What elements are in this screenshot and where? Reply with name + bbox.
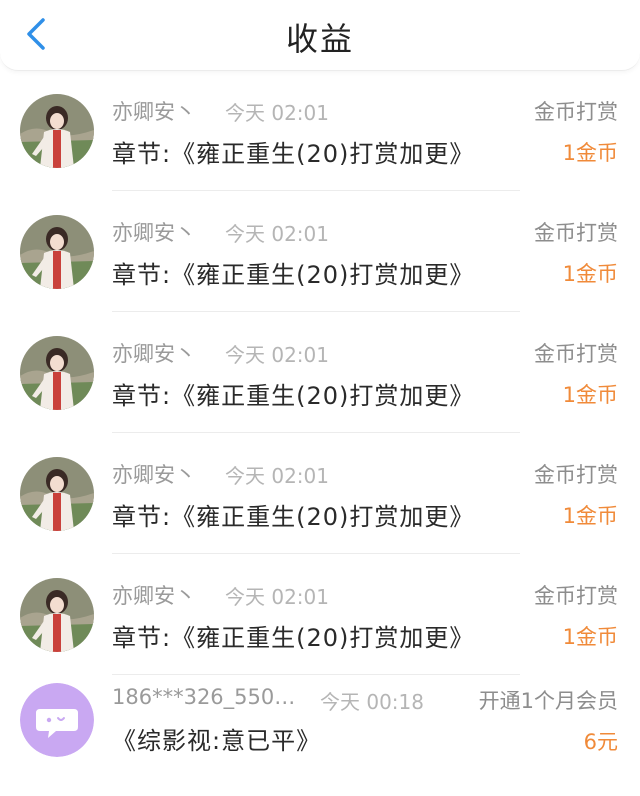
earnings-list: 亦卿安丶 今天 02:01 金币打赏 章节:《雍正重生(20)打赏加更》 1金币… bbox=[0, 70, 640, 796]
timestamp: 今天 02:01 bbox=[225, 101, 329, 125]
amount: 1金币 bbox=[562, 141, 618, 165]
amount: 1金币 bbox=[562, 625, 618, 649]
avatar[interactable] bbox=[20, 457, 94, 531]
user-name: 亦卿安丶 bbox=[112, 342, 196, 366]
income-type: 金币打赏 bbox=[534, 221, 618, 245]
timestamp: 今天 02:01 bbox=[225, 585, 329, 609]
item-content: 章节:《雍正重生(20)打赏加更》 bbox=[112, 382, 475, 410]
income-type: 金币打赏 bbox=[534, 584, 618, 608]
list-item[interactable]: 186***326_550… 今天 00:18 开通1个月会员 《综影视:意已平… bbox=[0, 675, 640, 796]
page-title: 收益 bbox=[285, 20, 354, 58]
timestamp: 今天 02:01 bbox=[225, 464, 329, 488]
avatar[interactable] bbox=[20, 215, 94, 289]
avatar[interactable] bbox=[20, 94, 94, 168]
income-type: 金币打赏 bbox=[534, 463, 618, 487]
user-name: 186***326_550… bbox=[112, 685, 296, 709]
amount: 6元 bbox=[583, 730, 618, 754]
amount: 1金币 bbox=[562, 383, 618, 407]
list-item[interactable]: 亦卿安丶 今天 02:01 金币打赏 章节:《雍正重生(20)打赏加更》 1金币 bbox=[0, 312, 640, 433]
item-content: 章节:《雍正重生(20)打赏加更》 bbox=[112, 140, 475, 168]
list-item[interactable]: 亦卿安丶 今天 02:01 金币打赏 章节:《雍正重生(20)打赏加更》 1金币 bbox=[0, 70, 640, 191]
avatar[interactable] bbox=[20, 683, 94, 757]
list-item[interactable]: 亦卿安丶 今天 02:01 金币打赏 章节:《雍正重生(20)打赏加更》 1金币 bbox=[0, 191, 640, 312]
item-content: 章节:《雍正重生(20)打赏加更》 bbox=[112, 261, 475, 289]
timestamp: 今天 02:01 bbox=[225, 343, 329, 367]
list-item[interactable]: 亦卿安丶 今天 02:01 金币打赏 章节:《雍正重生(20)打赏加更》 1金币 bbox=[0, 433, 640, 554]
amount: 1金币 bbox=[562, 504, 618, 528]
list-item[interactable]: 亦卿安丶 今天 02:01 金币打赏 章节:《雍正重生(20)打赏加更》 1金币 bbox=[0, 554, 640, 675]
app-header: 收益 bbox=[0, 0, 640, 71]
item-content: 《综影视:意已平》 bbox=[112, 727, 322, 755]
avatar[interactable] bbox=[20, 578, 94, 652]
timestamp: 今天 00:18 bbox=[320, 690, 424, 714]
user-name: 亦卿安丶 bbox=[112, 100, 196, 124]
timestamp: 今天 02:01 bbox=[225, 222, 329, 246]
income-type: 开通1个月会员 bbox=[478, 689, 618, 713]
income-type: 金币打赏 bbox=[534, 100, 618, 124]
user-name: 亦卿安丶 bbox=[112, 221, 196, 245]
amount: 1金币 bbox=[562, 262, 618, 286]
avatar[interactable] bbox=[20, 336, 94, 410]
user-name: 亦卿安丶 bbox=[112, 584, 196, 608]
income-type: 金币打赏 bbox=[534, 342, 618, 366]
item-content: 章节:《雍正重生(20)打赏加更》 bbox=[112, 503, 475, 531]
user-name: 亦卿安丶 bbox=[112, 463, 196, 487]
item-content: 章节:《雍正重生(20)打赏加更》 bbox=[112, 624, 475, 652]
